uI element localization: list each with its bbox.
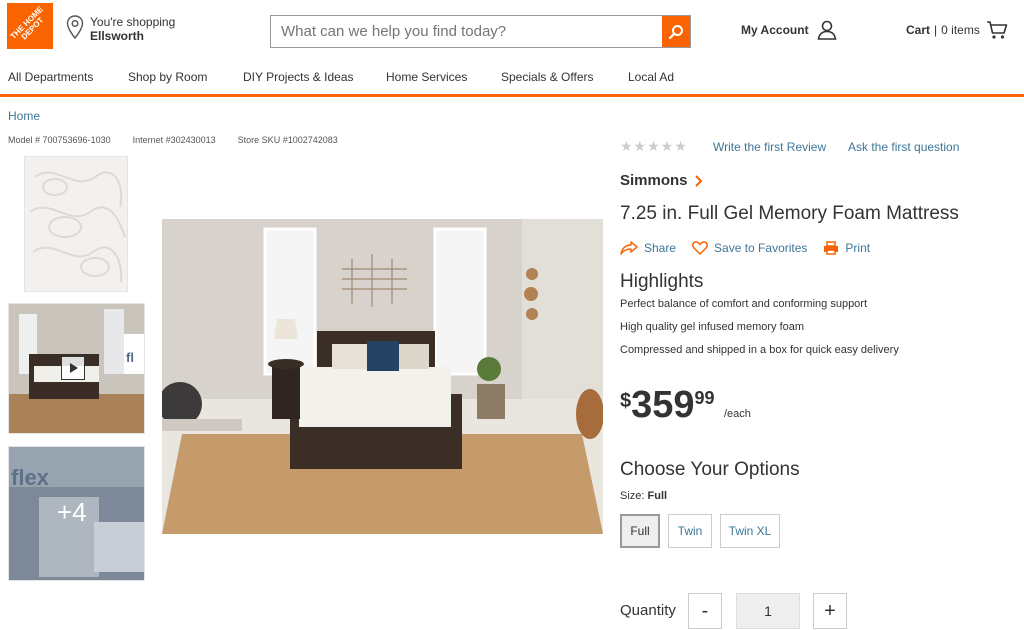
price-currency: $ (620, 390, 632, 412)
cart-count: 0 items (941, 23, 980, 37)
share-icon (620, 241, 638, 255)
cart-label: Cart (906, 23, 931, 37)
svg-text:flex: flex (11, 465, 50, 490)
print-icon (824, 241, 839, 255)
thumbnail-more[interactable]: flex +4 (8, 446, 145, 581)
quantity-decrease-button[interactable]: - (688, 593, 722, 629)
nav-diy-projects[interactable]: DIY Projects & Ideas (243, 70, 354, 84)
thumbnail-foam-texture[interactable] (24, 156, 128, 292)
play-button[interactable] (61, 356, 85, 380)
cart-separator: | (934, 23, 938, 37)
highlight-item: Compressed and shipped in a box for quic… (620, 344, 899, 356)
size-option-twin-xl[interactable]: Twin XL (720, 514, 780, 548)
logo-text: THE HOME DEPOT (8, 4, 46, 42)
chevron-right-icon (694, 174, 702, 187)
price: $ 359 99 /each (620, 384, 751, 426)
breadcrumb-home[interactable]: Home (8, 109, 40, 123)
heart-icon (692, 241, 708, 255)
nav-shop-by-room[interactable]: Shop by Room (128, 70, 207, 84)
quantity-input[interactable]: 1 (736, 593, 800, 629)
search-button[interactable] (662, 16, 690, 47)
print-button[interactable]: Print (823, 241, 870, 255)
product-ids: Model # 700753696-1030 Internet #3024300… (8, 135, 360, 145)
header: THE HOME DEPOT You're shopping Ellsworth… (0, 0, 1024, 64)
highlight-item: Perfect balance of comfort and conformin… (620, 298, 868, 310)
product-actions: Share Save to Favorites Print (620, 241, 886, 255)
save-to-favorites-button[interactable]: Save to Favorites (692, 241, 807, 255)
share-button[interactable]: Share (620, 241, 676, 255)
size-prefix: Size: (620, 490, 645, 502)
highlight-item: High quality gel infused memory foam (620, 321, 805, 333)
size-option-twin[interactable]: Twin (668, 514, 712, 548)
more-images-count: +4 (57, 497, 87, 527)
internet-number: Internet #302430013 (132, 135, 216, 145)
svg-text:fl: fl (126, 350, 134, 365)
brand-link[interactable]: Simmons (620, 172, 703, 189)
search-icon (668, 24, 683, 39)
brand-name: Simmons (620, 172, 688, 189)
product-title: 7.25 in. Full Gel Memory Foam Mattress (620, 203, 959, 224)
nav-home-services[interactable]: Home Services (386, 70, 467, 84)
store-prefix: You're shopping (90, 15, 176, 29)
star-rating: ★★★★★ (620, 138, 688, 154)
main-product-image[interactable] (162, 219, 603, 534)
nav-specials-offers[interactable]: Specials & Offers (501, 70, 593, 84)
model-number: Model # 700753696-1030 (8, 135, 111, 145)
store-selector[interactable]: You're shopping Ellsworth (66, 15, 175, 43)
search-bar (270, 15, 691, 48)
store-name: Ellsworth (90, 29, 145, 43)
thumbnail-video[interactable]: fl (8, 303, 145, 434)
save-to-favorites-label: Save to Favorites (714, 241, 808, 255)
size-selected-value: Full (647, 490, 668, 502)
price-dollars: 359 (631, 384, 695, 426)
user-icon (817, 20, 837, 40)
ask-question-link[interactable]: Ask the first question (848, 140, 959, 154)
cart-icon (986, 21, 1008, 39)
main-nav: All Departments Shop by Room DIY Project… (0, 64, 1024, 97)
quantity-label: Quantity (620, 602, 676, 619)
nav-local-ad[interactable]: Local Ad (628, 70, 674, 84)
store-sku: Store SKU #1002742083 (237, 135, 338, 145)
location-pin-icon (66, 15, 84, 39)
my-account-link[interactable]: My Account (741, 20, 837, 40)
play-icon (70, 363, 78, 373)
price-cents: 99 (694, 388, 715, 408)
nav-all-departments[interactable]: All Departments (8, 70, 93, 84)
highlights-heading: Highlights (620, 271, 704, 292)
write-review-link[interactable]: Write the first Review (713, 140, 826, 154)
search-input[interactable] (271, 16, 662, 47)
price-unit: /each (724, 408, 751, 420)
print-label: Print (845, 241, 871, 255)
cart-link[interactable]: Cart | 0 items (906, 20, 1008, 40)
foam-texture-image (25, 157, 127, 291)
size-option-full[interactable]: Full (620, 514, 660, 548)
home-depot-logo[interactable]: THE HOME DEPOT (7, 3, 53, 49)
rating-stars: ★★★★★ (620, 138, 688, 155)
share-label: Share (644, 241, 677, 255)
options-heading: Choose Your Options (620, 459, 800, 480)
size-label: Size: Full (620, 490, 667, 502)
account-label: My Account (741, 23, 809, 37)
bedroom-scene-image (162, 219, 603, 534)
quantity-increase-button[interactable]: + (813, 593, 847, 629)
